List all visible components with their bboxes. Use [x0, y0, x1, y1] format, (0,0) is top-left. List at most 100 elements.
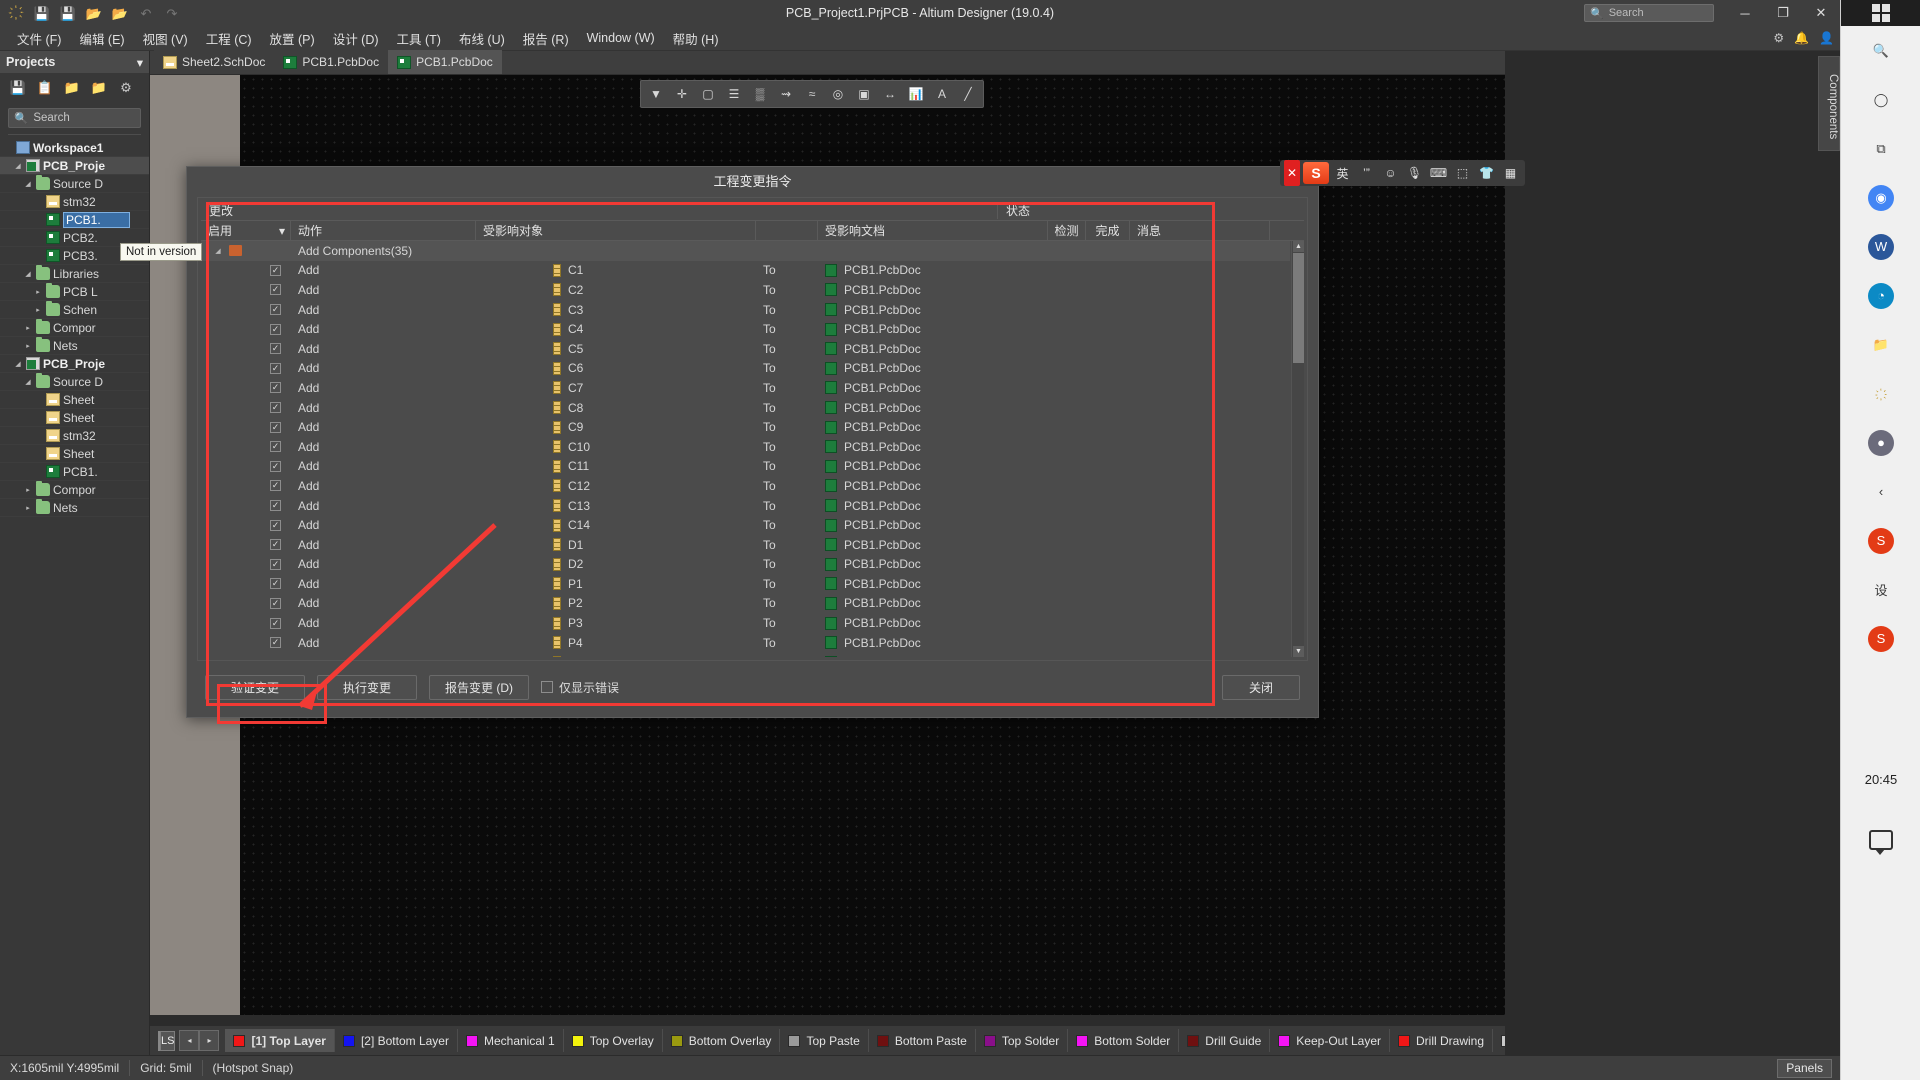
eco-row-enable-checkbox[interactable]: ✓ [270, 363, 281, 374]
layer-tab[interactable]: Keep-Out Layer [1270, 1029, 1390, 1052]
tree-expander-icon[interactable]: ◢ [23, 270, 33, 278]
ime-close-icon[interactable]: ✕ [1284, 160, 1300, 186]
route-icon[interactable]: ⇝ [774, 83, 798, 105]
tree-expander-icon[interactable]: ▸ [23, 486, 33, 494]
menu-design[interactable]: 设计 (D) [324, 26, 388, 51]
eco-row-enable-checkbox[interactable]: ✓ [270, 343, 281, 354]
ime-menu-icon[interactable]: ▦ [1500, 162, 1521, 184]
chevron-down-icon[interactable]: ▾ [137, 55, 143, 70]
eco-row-enable-cell[interactable]: ✓ [201, 613, 291, 633]
copy-panel-icon[interactable]: 📋 [37, 80, 53, 96]
redo-icon[interactable]: ↷ [162, 3, 182, 23]
eco-row[interactable]: ✓AddC9ToPCB1.PcbDoc [201, 417, 1290, 437]
back-icon-slot[interactable]: ‹ [1841, 467, 1920, 516]
project-options-icon[interactable]: 📁 [91, 80, 107, 96]
tab-pcb1-pcbdoc-2[interactable]: PCB1.PcbDoc [388, 50, 502, 74]
layer-tab[interactable]: Mu [1493, 1029, 1505, 1052]
global-search-input[interactable]: 🔍 Search [1584, 4, 1714, 22]
menu-help[interactable]: 帮助 (H) [664, 26, 728, 51]
word-icon-slot[interactable]: W [1841, 222, 1920, 271]
ime-keyboard-icon[interactable]: ⌨ [1428, 162, 1449, 184]
explorer-icon[interactable]: 📁 [1868, 332, 1894, 358]
circle-icon-slot[interactable]: ◯ [1841, 75, 1920, 124]
eco-row[interactable]: ✓AddC7ToPCB1.PcbDoc [201, 378, 1290, 398]
eco-row-enable-cell[interactable]: ✓ [201, 555, 291, 575]
search-icon-slot[interactable]: 🔍 [1841, 26, 1920, 75]
save-all-icon[interactable]: 💾 [58, 3, 78, 23]
via-icon[interactable]: ◎ [826, 83, 850, 105]
eco-row-enable-checkbox[interactable]: ✓ [270, 382, 281, 393]
eco-row[interactable]: ✓AddC5ToPCB1.PcbDoc [201, 339, 1290, 359]
tree-item[interactable]: ▸Nets [0, 337, 149, 355]
eco-row-enable-checkbox[interactable]: ✓ [270, 324, 281, 335]
eco-row[interactable]: ✓AddC10ToPCB1.PcbDoc [201, 437, 1290, 457]
eco-rows-container[interactable]: ◢Add Components(35)✓AddC1ToPCB1.PcbDoc✓A… [201, 241, 1290, 657]
column-header-action[interactable]: 动作 [291, 221, 476, 241]
menu-project[interactable]: 工程 (C) [197, 26, 261, 51]
tree-item[interactable]: ◢Source D [0, 175, 149, 193]
tree-item[interactable]: stm32 [0, 427, 149, 445]
ime-language-icon[interactable]: 英 [1332, 162, 1353, 184]
layer-next-button[interactable]: ▸ [199, 1030, 219, 1051]
eco-row[interactable]: ✓AddC14ToPCB1.PcbDoc [201, 515, 1290, 535]
eco-row[interactable]: ✓AddC3ToPCB1.PcbDoc [201, 300, 1290, 320]
menu-edit[interactable]: 编辑 (E) [70, 26, 133, 51]
open-folder-icon[interactable]: 📂 [84, 3, 104, 23]
eco-row-enable-cell[interactable]: ✓ [201, 515, 291, 535]
ime-tray-icon[interactable]: 设 [1868, 577, 1894, 603]
menu-tools[interactable]: 工具 (T) [388, 26, 450, 51]
tree-item[interactable]: ◢PCB_Proje [0, 355, 149, 373]
edge-icon-slot[interactable]: ◔ [1841, 271, 1920, 320]
eco-row-enable-cell[interactable]: ✓ [201, 535, 291, 555]
group-expander-icon[interactable]: ◢ [213, 247, 223, 255]
settings-icon-slot[interactable]: ● [1841, 418, 1920, 467]
chevron-down-icon[interactable]: ▾ [279, 224, 285, 238]
eco-row-enable-cell[interactable]: ✓ [201, 300, 291, 320]
ime-tray-icon-slot[interactable]: 设 [1841, 565, 1920, 614]
sogou-icon[interactable]: S [1868, 528, 1894, 554]
line-icon[interactable]: ╱ [956, 83, 980, 105]
open-project-icon[interactable]: 📂 [110, 3, 130, 23]
scroll-up-arrow-icon[interactable]: ▲ [1293, 241, 1304, 252]
column-header-arrow[interactable] [756, 221, 818, 241]
layer-tab[interactable]: Mechanical 1 [458, 1029, 564, 1052]
layer-tab[interactable]: [2] Bottom Layer [335, 1029, 458, 1052]
open-project-search-icon[interactable]: 📁 [64, 80, 80, 96]
menu-view[interactable]: 视图 (V) [134, 26, 197, 51]
tree-item[interactable]: Workspace1 [0, 139, 149, 157]
tree-item[interactable]: ▸Compor [0, 319, 149, 337]
column-header-done[interactable]: 完成 [1086, 221, 1130, 241]
eco-group-row[interactable]: ◢Add Components(35) [201, 241, 1290, 261]
tree-item[interactable]: ◢Libraries [0, 265, 149, 283]
eco-row-enable-cell[interactable]: ✓ [201, 437, 291, 457]
layer-tab[interactable]: Top Paste [780, 1029, 868, 1052]
layer-tab[interactable]: Bottom Overlay [663, 1029, 781, 1052]
eco-row[interactable]: ✓AddP2ToPCB1.PcbDoc [201, 594, 1290, 614]
eco-row-enable-cell[interactable]: ✓ [201, 319, 291, 339]
tree-expander-icon[interactable]: ◢ [23, 180, 33, 188]
tree-item[interactable]: Sheet [0, 391, 149, 409]
panel-gear-icon[interactable]: ⚙ [118, 80, 134, 96]
close-button[interactable]: ✕ [1802, 0, 1840, 26]
tree-item[interactable]: ▸PCB L [0, 283, 149, 301]
ime-screenshot-icon[interactable]: ⬚ [1452, 162, 1473, 184]
eco-row[interactable]: ✓AddC13ToPCB1.PcbDoc [201, 496, 1290, 516]
eco-row-enable-checkbox[interactable]: ✓ [270, 461, 281, 472]
tree-item[interactable]: Sheet [0, 409, 149, 427]
report-changes-button[interactable]: 报告变更 (D) [429, 675, 529, 700]
eco-row-enable-checkbox[interactable]: ✓ [270, 520, 281, 531]
grid-vertical-scrollbar[interactable]: ▲ ▼ [1291, 241, 1304, 657]
polygon-icon[interactable]: ▣ [852, 83, 876, 105]
layer-sets-button[interactable]: LS [160, 1031, 175, 1051]
eco-row-enable-cell[interactable]: ✓ [201, 574, 291, 594]
tree-expander-icon[interactable]: ▸ [33, 306, 43, 314]
chrome-icon[interactable]: ◉ [1868, 185, 1894, 211]
eco-row-enable-checkbox[interactable]: ✓ [270, 265, 281, 276]
eco-row-enable-cell[interactable]: ✓ [201, 476, 291, 496]
tree-item[interactable]: PCB1. [0, 463, 149, 481]
column-header-detect[interactable]: 检测 [1048, 221, 1086, 241]
altium-taskbar-icon-slot[interactable]: ҉ [1841, 369, 1920, 418]
save-panel-icon[interactable]: 💾 [10, 80, 26, 96]
column-header-affected-document[interactable]: 受影响文档 [818, 221, 1048, 241]
eco-row-enable-checkbox[interactable]: ✓ [270, 578, 281, 589]
